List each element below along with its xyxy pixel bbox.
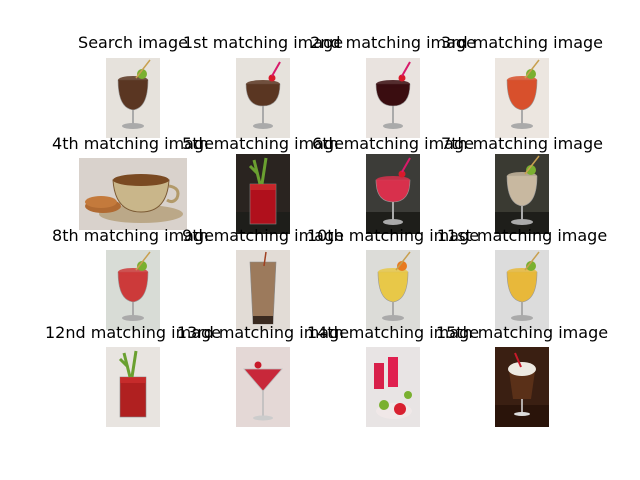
matching-image [106,347,160,427]
matching-image [236,58,290,138]
matching-image [495,154,549,234]
matching-image [495,347,549,427]
matching-image [495,58,549,138]
matching-image [366,58,420,138]
image-caption: 3rd matching image [441,33,603,52]
matching-image [366,347,420,427]
image-caption: 7th matching image [441,134,603,153]
matching-image [366,250,420,330]
matching-image [495,250,549,330]
matching-image [106,250,160,330]
image-caption: 11st matching image [436,226,608,245]
image-caption: Search image [78,33,188,52]
matching-image [236,154,290,234]
matching-image [236,347,290,427]
matching-image [79,158,187,230]
matching-image [366,154,420,234]
figure: Search image 1st matching image 2nd matc… [0,0,640,480]
image-caption: 15th matching image [435,323,609,342]
search-image [106,58,160,138]
matching-image [236,250,290,330]
